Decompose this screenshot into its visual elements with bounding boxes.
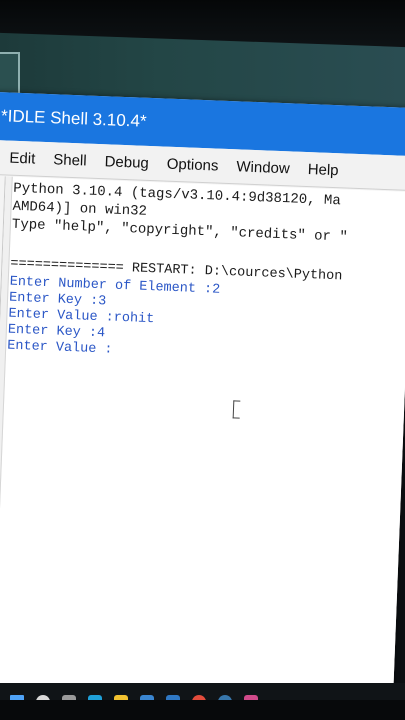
- window-title: *IDLE Shell 3.10.4*: [0, 106, 147, 131]
- idle-shell-window: *IDLE Shell 3.10.4* Edit Shell Debug Opt…: [0, 92, 405, 718]
- menu-help[interactable]: Help: [307, 161, 338, 179]
- desktop-icon[interactable]: [0, 52, 20, 96]
- shell-text-area[interactable]: Python 3.10.4 (tags/v3.10.4:9d38120, Ma …: [0, 176, 405, 718]
- input-prompt-line: Enter Value :: [6, 338, 113, 358]
- shell-gutter: [0, 176, 13, 703]
- monitor-bottom-bezel: [0, 700, 405, 720]
- menu-debug[interactable]: Debug: [104, 153, 149, 172]
- menu-edit[interactable]: Edit: [9, 149, 35, 167]
- menu-options[interactable]: Options: [166, 155, 218, 174]
- text-cursor-icon: [232, 400, 241, 419]
- help-hint-line: Type "help", "copyright", "credits" or ": [11, 216, 349, 246]
- menu-shell[interactable]: Shell: [53, 151, 87, 169]
- menu-window[interactable]: Window: [236, 158, 290, 177]
